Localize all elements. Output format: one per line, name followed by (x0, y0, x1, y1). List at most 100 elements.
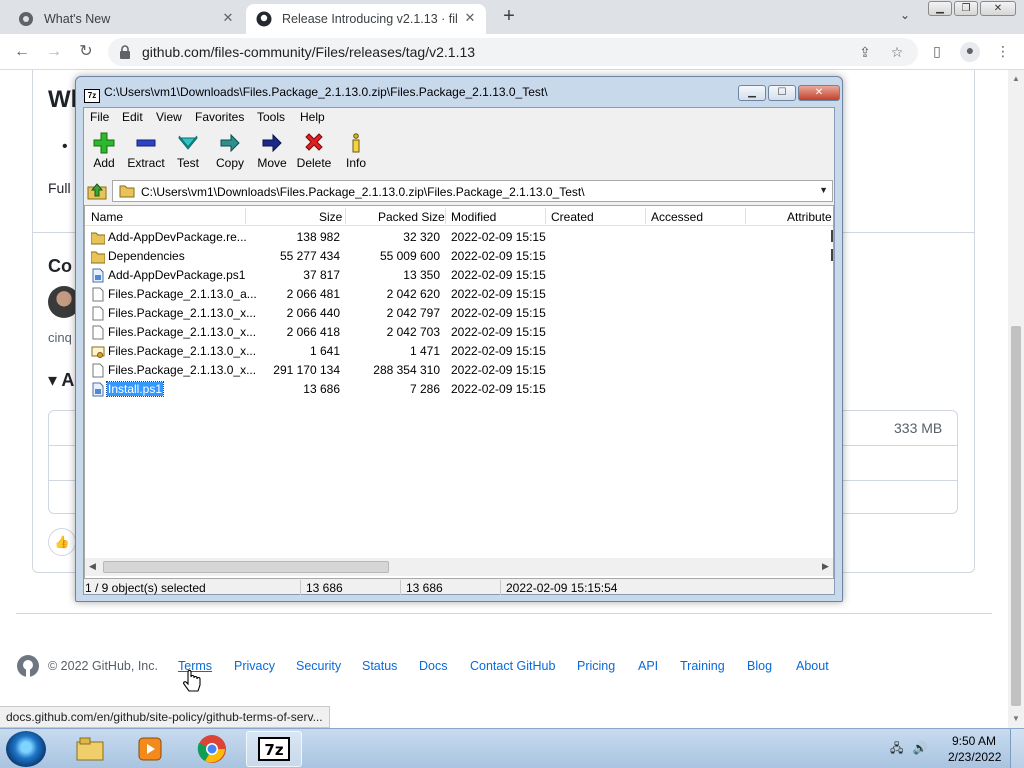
table-row[interactable]: Dependencies 55 277 434 55 009 600 2022-02-… (85, 247, 833, 266)
table-row[interactable]: Files.Package_2.1.13.0_x... 2 066 418 2 04… (85, 323, 833, 342)
media-player-icon (138, 737, 162, 761)
certificate-icon (91, 344, 105, 359)
path-combobox[interactable]: C:\Users\vm1\Downloads\Files.Package_2.1… (112, 180, 833, 202)
table-row[interactable]: Add-AppDevPackage.re... 138 982 32 320 2022… (85, 228, 833, 247)
close-tab-icon[interactable]: ✕ (462, 10, 478, 26)
menu-view[interactable]: View (156, 110, 182, 124)
restore-button[interactable]: ❐ (954, 1, 978, 16)
folder-up-icon[interactable] (86, 181, 108, 201)
address-row: C:\Users\vm1\Downloads\Files.Package_2.1… (84, 179, 834, 203)
system-tray: 🖧 🔊 (890, 739, 928, 760)
scroll-right-icon[interactable]: ▶ (822, 561, 829, 572)
column-divider[interactable] (745, 208, 746, 224)
taskbar-7zip[interactable]: 7z (246, 731, 302, 767)
column-created[interactable]: Created (551, 210, 594, 224)
maximize-button[interactable]: ☐ (768, 85, 796, 101)
minimize-button[interactable]: ▁ (738, 85, 766, 101)
table-row[interactable]: Install.ps1 13 686 7 286 2022-02-09 15:15 (85, 380, 833, 399)
page-scrollbar[interactable]: ▲ ▼ (1008, 70, 1024, 728)
footer-link-api[interactable]: API (638, 659, 658, 673)
dropdown-arrow-icon[interactable]: ▼ (819, 185, 828, 195)
footer-link-pricing[interactable]: Pricing (577, 659, 615, 673)
tab-whats-new[interactable]: What's New ✕ (8, 4, 244, 34)
test-button[interactable]: Test (166, 132, 210, 170)
table-row[interactable]: Add-AppDevPackage.ps1 37 817 13 350 2022-02… (85, 266, 833, 285)
copy-button[interactable]: Copy (208, 132, 252, 170)
assets-heading[interactable]: ▾ A (48, 370, 74, 391)
github-logo-icon[interactable] (16, 654, 40, 678)
table-row[interactable]: Files.Package_2.1.13.0_x... 1 641 1 471 202… (85, 342, 833, 361)
column-name[interactable]: Name (91, 210, 123, 224)
footer-link-docs[interactable]: Docs (419, 659, 447, 673)
address-bar[interactable]: github.com/files-community/Files/release… (108, 38, 918, 66)
move-button[interactable]: Move (250, 132, 294, 170)
info-button[interactable]: Info (334, 132, 378, 170)
back-icon[interactable]: ← (12, 42, 32, 62)
horizontal-scrollbar[interactable]: ◀ ▶ (85, 558, 833, 576)
table-row[interactable]: Files.Package_2.1.13.0_a... 2 066 481 2 04… (85, 285, 833, 304)
footer-link-training[interactable]: Training (680, 659, 725, 673)
footer-link-blog[interactable]: Blog (747, 659, 772, 673)
profile-avatar-icon[interactable]: ● (960, 42, 980, 62)
footer-link-about[interactable]: About (796, 659, 829, 673)
footer-link-security[interactable]: Security (296, 659, 341, 673)
column-packed-size[interactable]: Packed Size (378, 210, 445, 224)
share-icon[interactable]: ⇪ (856, 44, 874, 62)
side-panel-icon[interactable]: ▯ (928, 43, 946, 61)
table-row[interactable]: Files.Package_2.1.13.0_x... 291 170 134 28… (85, 361, 833, 380)
scrollbar-thumb[interactable] (1011, 326, 1021, 706)
column-divider[interactable] (445, 208, 446, 224)
star-icon[interactable]: ☆ (888, 44, 906, 62)
close-button[interactable]: ✕ (798, 85, 840, 101)
chevron-down-icon[interactable]: ⌄ (896, 8, 914, 26)
file-size: 55 277 434 (279, 249, 340, 263)
menu-favorites[interactable]: Favorites (195, 110, 244, 124)
file-list[interactable]: Name Size Packed Size Modified Created A… (84, 205, 834, 579)
menu-dots-icon[interactable]: ⋮ (994, 43, 1012, 61)
taskbar-media-player[interactable] (122, 731, 178, 767)
column-divider[interactable] (245, 208, 246, 224)
volume-icon[interactable]: 🔊 (913, 741, 928, 755)
table-row[interactable]: Files.Package_2.1.13.0_x... 2 066 440 2 04… (85, 304, 833, 323)
column-divider[interactable] (345, 208, 346, 224)
extract-button[interactable]: Extract (124, 132, 168, 170)
column-attributes[interactable]: Attribute (787, 210, 832, 224)
thumbs-up-icon[interactable]: 👍 (48, 528, 76, 556)
forward-icon[interactable]: → (44, 42, 64, 62)
tab-title: Release Introducing v2.1.13 · files- (282, 12, 458, 26)
close-tab-icon[interactable]: ✕ (220, 10, 236, 26)
close-window-button[interactable]: ✕ (980, 1, 1016, 16)
reload-icon[interactable]: ↻ (76, 42, 96, 62)
menu-edit[interactable]: Edit (122, 110, 143, 124)
taskbar-explorer[interactable] (62, 731, 118, 767)
tab-release[interactable]: Release Introducing v2.1.13 · files- ✕ (246, 4, 486, 34)
start-button[interactable] (6, 731, 46, 767)
scroll-up-icon[interactable]: ▲ (1011, 74, 1021, 84)
column-modified[interactable]: Modified (451, 210, 496, 224)
status-packed: 13 686 (406, 581, 443, 595)
minimize-button[interactable]: ▁ (928, 1, 952, 16)
taskbar-chrome[interactable] (184, 731, 240, 767)
column-divider[interactable] (645, 208, 646, 224)
add-button[interactable]: Add (82, 132, 126, 170)
show-desktop-button[interactable] (1010, 729, 1024, 768)
footer-link-privacy[interactable]: Privacy (234, 659, 275, 673)
new-tab-button[interactable]: + (498, 6, 520, 28)
menu-help[interactable]: Help (300, 110, 325, 124)
menu-tools[interactable]: Tools (257, 110, 285, 124)
delete-button[interactable]: Delete (292, 132, 336, 170)
scrollbar-thumb[interactable] (103, 561, 389, 573)
lock-icon (120, 45, 130, 59)
scroll-down-icon[interactable]: ▼ (1011, 714, 1021, 724)
scroll-left-icon[interactable]: ◀ (89, 561, 96, 572)
footer-link-status[interactable]: Status (362, 659, 397, 673)
footer-link-contact[interactable]: Contact GitHub (470, 659, 555, 673)
column-accessed[interactable]: Accessed (651, 210, 703, 224)
script-icon (91, 268, 105, 283)
clock[interactable]: 9:50 AM 2/23/2022 (948, 733, 1001, 765)
menu-file[interactable]: File (90, 110, 109, 124)
contributor-name[interactable]: cinq (48, 330, 72, 345)
network-icon[interactable]: 🖧 (890, 741, 903, 755)
column-divider[interactable] (545, 208, 546, 224)
column-size[interactable]: Size (319, 210, 342, 224)
